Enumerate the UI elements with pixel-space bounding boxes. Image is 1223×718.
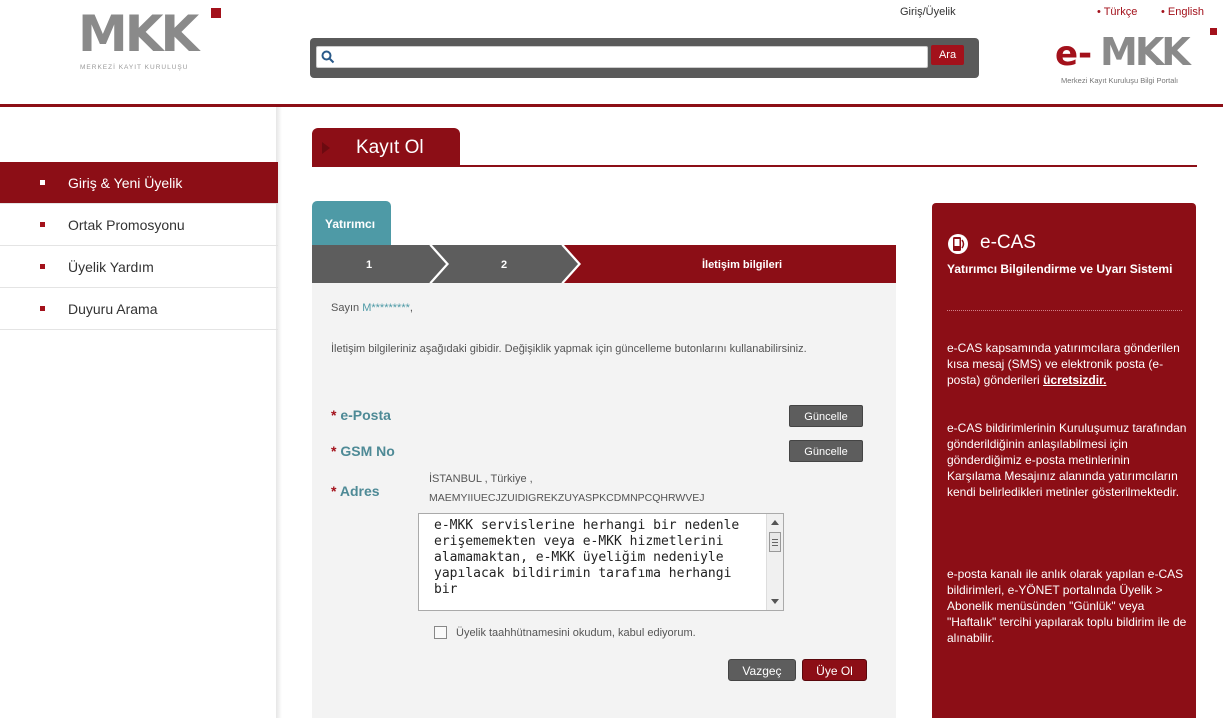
- submit-button[interactable]: Üye Ol: [802, 659, 867, 681]
- logo-mark: MKK: [78, 5, 199, 63]
- portal-logo-mkk: MKK: [1100, 30, 1191, 74]
- logo-subtitle: MERKEZİ KAYIT KURULUŞU: [80, 64, 189, 71]
- ecas-title: e-CAS: [980, 232, 1036, 253]
- search-field: [316, 46, 928, 68]
- terms-scrollbar[interactable]: [766, 514, 783, 610]
- terms-checkbox[interactable]: [434, 626, 447, 639]
- scroll-down-icon[interactable]: [771, 599, 779, 604]
- update-email-button[interactable]: Güncelle: [789, 405, 863, 427]
- terms-checkbox-label: Üyelik taahhütnamesini okudum, kabul edi…: [456, 627, 696, 639]
- ecas-subtitle: Yatırımcı Bilgilendirme ve Uyarı Sistemi: [947, 262, 1173, 276]
- logo-red-square: [211, 8, 221, 18]
- bullet-icon: [40, 306, 45, 311]
- search-input[interactable]: [339, 48, 925, 66]
- step-1: [312, 245, 447, 283]
- grip-line: [772, 542, 778, 543]
- search-bar: Ara: [310, 38, 979, 78]
- header-divider: [0, 104, 1223, 107]
- step-indicator: 1 2 İletişim bilgileri: [312, 245, 896, 283]
- scroll-thumb[interactable]: [769, 532, 781, 552]
- emkk-portal-logo[interactable]: e- MKK Merkezi Kayıt Kuruluşu Bilgi Port…: [1040, 28, 1220, 98]
- address-label-text: Adres: [339, 483, 380, 499]
- portal-logo-e: e-: [1055, 34, 1093, 74]
- lang-english-link[interactable]: • English: [1161, 6, 1204, 18]
- ecas-paragraph-2: e-CAS bildirimlerinin Kuruluşumuz tarafı…: [947, 421, 1187, 499]
- sidebar-item-label: Duyuru Arama: [68, 301, 158, 317]
- gsm-label-text: GSM No: [340, 443, 395, 459]
- bullet-icon: [40, 222, 45, 227]
- greeting-suffix: ,: [409, 302, 413, 314]
- portal-logo-red-square: [1210, 28, 1217, 35]
- page-title: Kayıt Ol: [356, 137, 424, 158]
- ecas-paragraph-1: e-CAS kapsamında yatırımcılara gönderile…: [947, 340, 1187, 388]
- title-underline: [312, 165, 1197, 167]
- greeting-prefix: Sayın: [331, 302, 363, 314]
- address-line-2: MAEMYIIUECJZUIDIGREKZUYASPKCDMNPCQHRWVEJ: [429, 492, 705, 504]
- gsm-label: * GSM No: [331, 443, 395, 459]
- info-text: İletişim bilgileriniz aşağıdaki gibidir.…: [331, 343, 807, 355]
- lang-turkish-link[interactable]: • Türkçe: [1097, 6, 1137, 18]
- login-link[interactable]: Giriş/Üyelik: [900, 6, 956, 18]
- address-line-1: İSTANBUL , Türkiye ,: [429, 473, 533, 485]
- search-button[interactable]: Ara: [931, 45, 964, 65]
- sidebar-item-ortak-promosyonu[interactable]: Ortak Promosyonu: [0, 204, 278, 246]
- bullet-icon: [40, 264, 45, 269]
- grip-line: [772, 539, 778, 540]
- portal-subtitle: Merkezi Kayıt Kuruluşu Bilgi Portalı: [1061, 76, 1179, 85]
- sidebar-nav: Giriş & Yeni Üyelik Ortak Promosyonu Üye…: [0, 162, 278, 330]
- required-mark: *: [331, 443, 341, 459]
- title-arrow-icon: [322, 142, 330, 154]
- ecas-paragraph-3: e-posta kanalı ile anlık olarak yapılan …: [947, 567, 1187, 645]
- grip-line: [772, 545, 778, 546]
- ecas-divider: [947, 310, 1182, 311]
- step-2-label: 2: [501, 259, 507, 271]
- sidebar-item-giris-yeni-uyelik[interactable]: Giriş & Yeni Üyelik: [0, 162, 278, 204]
- email-label-text: e-Posta: [340, 407, 391, 423]
- required-mark: *: [331, 483, 340, 499]
- ecas-phone-icon: [948, 234, 968, 254]
- sidebar-item-duyuru-arama[interactable]: Duyuru Arama: [0, 288, 278, 330]
- required-mark: *: [331, 407, 341, 423]
- sidebar-item-label: Üyelik Yardım: [68, 259, 154, 275]
- greeting-name: M*********: [362, 302, 410, 314]
- email-label: * e-Posta: [331, 407, 391, 423]
- ecas-panel: e-CAS Yatırımcı Bilgilendirme ve Uyarı S…: [932, 203, 1196, 718]
- tab-yatirimci[interactable]: Yatırımcı: [312, 201, 391, 245]
- update-gsm-button[interactable]: Güncelle: [789, 440, 863, 462]
- address-label: * Adres: [331, 483, 380, 499]
- step-1-label: 1: [366, 259, 372, 271]
- terms-text: e-MKK servislerine herhangi bir nedenle …: [434, 518, 740, 597]
- step-3-label: İletişim bilgileri: [702, 258, 782, 271]
- sidebar-item-uyelik-yardim[interactable]: Üyelik Yardım: [0, 246, 278, 288]
- bullet-icon: [40, 180, 45, 185]
- cancel-button[interactable]: Vazgeç: [728, 659, 796, 681]
- scroll-up-icon[interactable]: [771, 520, 779, 525]
- sidebar-item-label: Ortak Promosyonu: [68, 217, 185, 233]
- search-icon: [321, 50, 335, 64]
- page-title-tab: Kayıt Ol: [312, 128, 460, 167]
- mkk-logo[interactable]: MKK MERKEZİ KAYIT KURULUŞU: [78, 8, 228, 78]
- sidebar-item-label: Giriş & Yeni Üyelik: [68, 175, 183, 191]
- ecas-p1-emphasis: ücretsizdir.: [1043, 373, 1107, 387]
- greeting-text: Sayın M*********,: [331, 302, 413, 314]
- terms-textarea[interactable]: e-MKK servislerine herhangi bir nedenle …: [418, 513, 784, 611]
